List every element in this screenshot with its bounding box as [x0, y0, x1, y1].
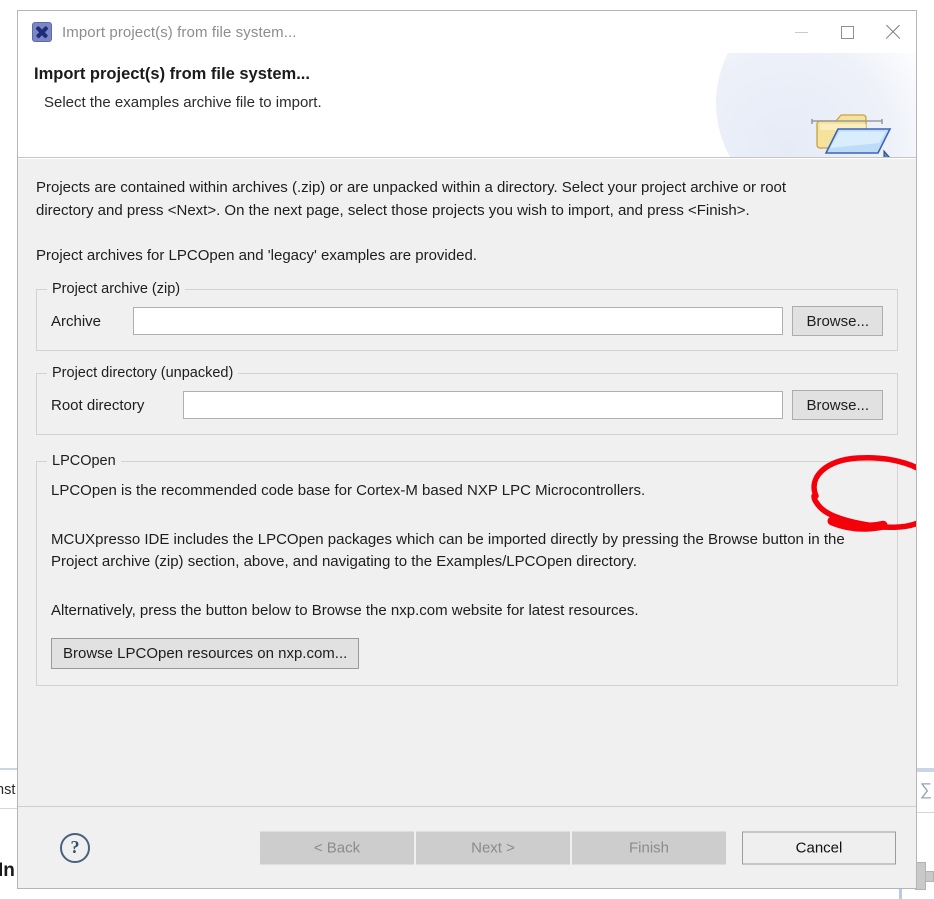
minimize-button[interactable] [778, 11, 824, 53]
cancel-button[interactable]: Cancel [742, 831, 896, 864]
browse-lpcopen-resources-button[interactable]: Browse LPCOpen resources on nxp.com... [51, 638, 360, 670]
import-folder-icon [811, 114, 892, 157]
minimize-icon [794, 31, 808, 33]
lpcopen-group-legend: LPCOpen [47, 453, 121, 470]
root-directory-input[interactable] [183, 391, 784, 420]
lpcopen-description: LPCOpen is the recommended code base for… [51, 482, 646, 500]
sigma-icon: ∑ [919, 780, 932, 799]
maximize-button[interactable] [824, 11, 870, 53]
lpcopen-group: LPCOpen LPCOpen is the recommended code … [36, 453, 898, 687]
next-button[interactable]: Next > [416, 831, 570, 864]
back-button[interactable]: < Back [260, 831, 414, 864]
archive-browse-button[interactable]: Browse... [792, 306, 883, 337]
dialog-footer: ? < Back Next > Finish Cancel [18, 806, 916, 888]
close-icon [885, 24, 901, 40]
dialog-title: Import project(s) from file system... [62, 23, 297, 41]
archive-field-row: Archive Browse... [51, 306, 883, 337]
window-controls [778, 11, 916, 53]
intro-paragraph: Projects are contained within archives (… [36, 179, 787, 219]
banner-subtitle: Select the examples archive file to impo… [44, 94, 322, 111]
help-icon[interactable]: ? [60, 832, 90, 863]
project-directory-group: Project directory (unpacked) Root direct… [36, 365, 898, 436]
wizard-navigation-buttons: < Back Next > Finish Cancel [260, 831, 898, 864]
dialog-banner: Import project(s) from file system... Se… [18, 53, 916, 158]
project-archive-group-legend: Project archive (zip) [47, 281, 186, 298]
root-directory-field-row: Root directory Browse... [51, 390, 883, 421]
lpcopen-alternative-note: Alternatively, press the button below to… [51, 601, 639, 619]
finish-button[interactable]: Finish [572, 831, 726, 864]
root-directory-label: Root directory [51, 396, 145, 414]
archive-label: Archive [51, 312, 102, 330]
mcuxpresso-x-icon [32, 22, 52, 42]
archive-input[interactable] [133, 307, 784, 336]
import-projects-dialog: Import project(s) from file system... Im… [17, 10, 917, 889]
root-directory-browse-button[interactable]: Browse... [792, 390, 883, 421]
dialog-body: Projects are contained within archives (… [18, 158, 916, 806]
archives-note-paragraph: Project archives for LPCOpen and 'legacy… [36, 246, 477, 264]
project-directory-group-legend: Project directory (unpacked) [47, 365, 239, 382]
maximize-icon [840, 25, 854, 39]
lpcopen-packages-note: MCUXpresso IDE includes the LPCOpen pack… [51, 530, 845, 571]
banner-title: Import project(s) from file system... [34, 65, 310, 83]
close-button[interactable] [870, 11, 916, 53]
dialog-titlebar: Import project(s) from file system... [18, 11, 916, 53]
project-archive-group: Project archive (zip) Archive Browse... [36, 281, 898, 352]
